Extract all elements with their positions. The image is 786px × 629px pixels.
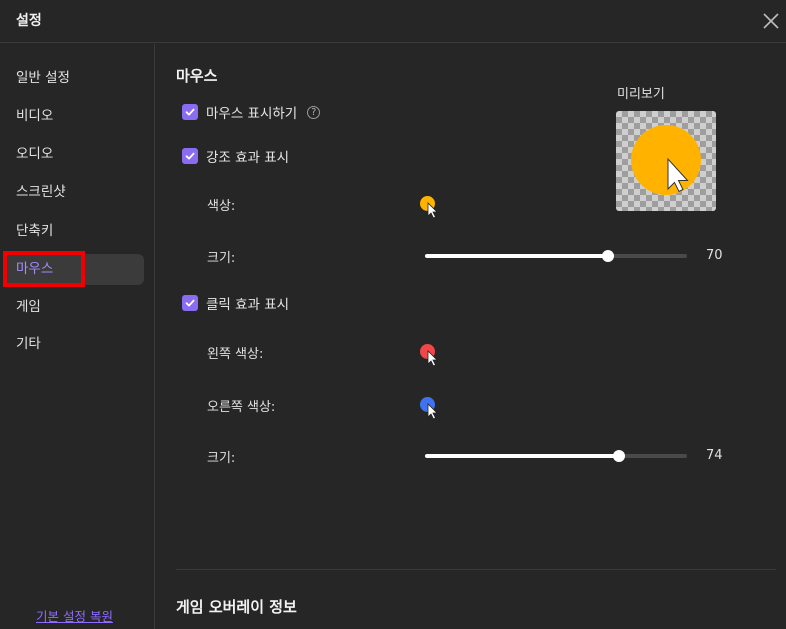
slider-fill [425,454,619,458]
section-divider [176,569,776,570]
highlight-checkbox[interactable] [182,148,198,164]
close-button[interactable] [760,10,782,32]
cursor-color-icon [420,397,438,420]
sidebar-item-game[interactable]: 게임 [5,292,144,323]
title-bar: 설정 [0,0,786,43]
slider-thumb[interactable] [613,450,625,462]
sidebar-item-video[interactable]: 비디오 [5,101,144,132]
sidebar-item-audio[interactable]: 오디오 [5,139,144,170]
checkmark-icon [185,299,195,307]
left-click-color-picker[interactable] [419,343,441,367]
reset-defaults-link[interactable]: 기본 설정 복원 [36,606,113,625]
sidebar-item-mouse[interactable]: 마우스 [5,254,144,285]
highlight-color-label: 색상: [207,199,236,214]
mouse-section-title: 마우스 [176,67,218,85]
sidebar-item-other[interactable]: 기타 [5,329,144,360]
slider-fill [425,254,608,258]
slider-thumb[interactable] [602,250,614,262]
show-mouse-checkbox[interactable] [182,104,198,120]
cursor-color-icon [420,196,438,219]
highlight-size-slider[interactable] [425,249,687,263]
sidebar-item-general[interactable]: 일반 설정 [5,63,144,94]
sidebar-item-screenshot[interactable]: 스크린샷 [5,177,144,208]
highlight-size-label: 크기: [207,251,236,266]
show-mouse-label: 마우스 표시하기 [206,106,298,122]
left-color-label: 왼쪽 색상: [207,347,264,362]
window-title: 설정 [16,13,42,29]
sidebar-item-shortcuts[interactable]: 단축키 [5,216,144,247]
click-effect-checkbox[interactable] [182,295,198,311]
cursor-preview-icon [631,125,701,195]
click-size-value: 74 [706,448,723,463]
highlight-checkbox-row[interactable]: 강조 효과 표시 [182,147,290,166]
click-effect-checkbox-row[interactable]: 클릭 효과 표시 [182,294,290,313]
preview-label: 미리보기 [617,87,665,102]
right-color-label: 오른쪽 색상: [207,400,276,415]
highlight-size-value: 70 [706,248,723,263]
game-overlay-section-title: 게임 오버레이 정보 [176,598,297,616]
cursor-color-icon [420,344,438,367]
preview-panel [616,111,716,211]
highlight-color-picker[interactable] [419,195,441,219]
click-effect-label: 클릭 효과 표시 [206,297,290,313]
show-mouse-checkbox-row[interactable]: 마우스 표시하기 ? [182,103,321,122]
click-size-label: 크기: [207,451,236,466]
checkmark-icon [185,152,195,160]
click-size-slider[interactable] [425,449,687,463]
checkmark-icon [185,108,195,116]
help-icon[interactable]: ? [307,105,321,119]
settings-window: 설정 일반 설정 비디오 오디오 스크린샷 단축키 마우스 게임 기타 기본 설… [0,0,786,629]
right-click-color-picker[interactable] [419,396,441,420]
close-icon [763,13,779,29]
highlight-label: 강조 효과 표시 [206,150,290,166]
